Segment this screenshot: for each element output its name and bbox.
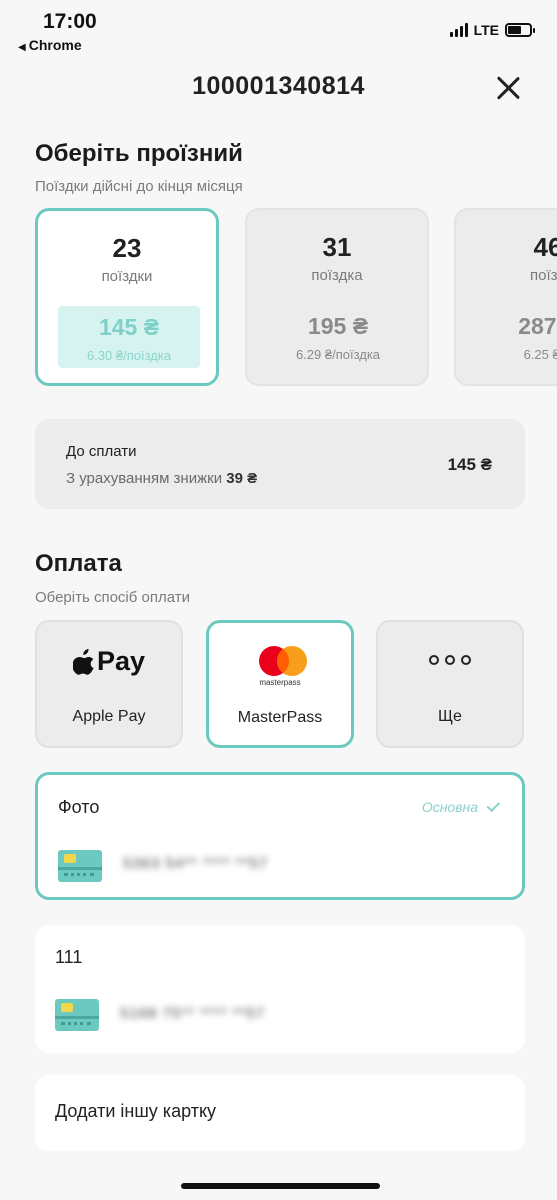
- main-card-label: Основна: [421, 799, 478, 815]
- card-name: 111: [55, 947, 83, 967]
- payment-title: Оплата: [35, 550, 122, 577]
- pass-unit: поїздка: [311, 267, 363, 284]
- pass-option-23[interactable]: 23 поїздки 145 ₴ 6.30 ₴/поїздка: [35, 208, 219, 386]
- apple-pay-label: Apple Pay: [72, 708, 146, 725]
- apple-pay-logo-text: Pay: [96, 646, 146, 676]
- pass-count: 23: [112, 233, 142, 263]
- pass-unit: поїздки: [101, 268, 153, 285]
- total-amount: 145 ₴: [447, 455, 492, 474]
- card-number: 5168 75** **** **57: [120, 1005, 265, 1022]
- close-icon[interactable]: [492, 72, 524, 104]
- saved-card-foto[interactable]: Фото Основна 5363 54** **** **57: [35, 772, 525, 900]
- card-number: 5363 54** **** **57: [123, 855, 268, 872]
- add-card-label: Додати іншу картку: [55, 1101, 217, 1121]
- passes-title: Оберіть проїзний: [35, 140, 243, 167]
- status-time: 17:00: [43, 10, 97, 33]
- masterpass-label: MasterPass: [237, 709, 323, 726]
- back-app-label: Chrome: [28, 37, 82, 53]
- back-to-app-link[interactable]: ◀ Chrome: [18, 37, 82, 53]
- network-label: LTE: [473, 22, 499, 38]
- masterpass-logo-text: masterpass: [259, 678, 301, 687]
- pass-count: 31: [322, 232, 352, 262]
- pass-price: 287.5: [518, 313, 557, 339]
- check-icon: [486, 798, 501, 812]
- page-title: 100001340814: [192, 72, 365, 100]
- more-dots-icon: [378, 655, 522, 665]
- total-summary: До сплати З урахуванням знижки 39 ₴ 145 …: [35, 419, 525, 509]
- battery-icon: [505, 23, 535, 37]
- discount-value: 39 ₴: [226, 470, 258, 487]
- pass-price: 145 ₴: [98, 314, 160, 340]
- price-box: 195 ₴ 6.29 ₴/поїздка: [267, 305, 409, 367]
- status-indicators: LTE: [449, 22, 535, 38]
- apple-pay-logo: Pay: [37, 646, 181, 677]
- pass-unit: поїзд: [530, 267, 557, 284]
- discount-prefix: З урахуванням знижки: [66, 470, 223, 487]
- masterpass-button[interactable]: masterpass MasterPass: [206, 620, 354, 748]
- pass-option-31[interactable]: 31 поїздка 195 ₴ 6.29 ₴/поїздка: [245, 208, 429, 386]
- back-triangle-icon: ◀: [18, 42, 26, 53]
- total-discount: З урахуванням знижки 39 ₴: [66, 470, 257, 487]
- pass-per-trip: 6.29 ₴/поїздка: [295, 347, 381, 362]
- status-bar: 17:00 ◀ Chrome LTE: [0, 0, 557, 60]
- card-name: Фото: [58, 797, 100, 817]
- price-box: 145 ₴ 6.30 ₴/поїздка: [58, 306, 200, 368]
- signal-icon: [449, 23, 468, 37]
- saved-card-111[interactable]: 111 5168 75** **** **57: [35, 925, 525, 1053]
- payment-subtitle: Оберіть спосіб оплати: [35, 589, 190, 606]
- pass-per-trip: 6.30 ₴/поїздка: [86, 348, 172, 363]
- more-payment-button[interactable]: Ще: [376, 620, 524, 748]
- pass-option-46[interactable]: 46 поїзд 287.5 6.25 ₴/п: [454, 208, 557, 386]
- apple-pay-button[interactable]: Pay Apple Pay: [35, 620, 183, 748]
- add-card-button[interactable]: Додати іншу картку: [35, 1075, 525, 1151]
- total-label: До сплати: [66, 443, 137, 460]
- credit-card-icon: [58, 850, 102, 882]
- price-box: 287.5 6.25 ₴/п: [476, 305, 557, 367]
- credit-card-icon: [55, 999, 99, 1031]
- apple-icon: [72, 648, 94, 675]
- pass-price: 195 ₴: [307, 313, 369, 339]
- pass-per-trip: 6.25 ₴/п: [523, 347, 557, 362]
- main-card-badge: Основна: [421, 798, 501, 815]
- pass-count: 46: [533, 232, 557, 262]
- passes-subtitle: Поїздки дійсні до кінця місяця: [35, 178, 243, 195]
- home-indicator[interactable]: [181, 1183, 380, 1189]
- more-payment-label: Ще: [438, 708, 462, 725]
